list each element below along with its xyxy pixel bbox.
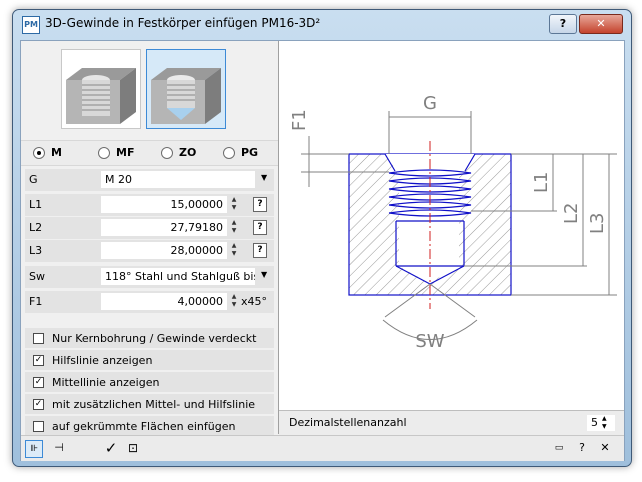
f1-suffix: x45°	[241, 295, 268, 308]
checkbox-label: mit zusätzlichen Mittel- und Hilfslinie	[52, 398, 256, 411]
decimal-label: Dezimalstellenanzahl	[289, 416, 407, 429]
checkbox-extra-lines[interactable]: ✓ mit zusätzlichen Mittel- und Hilfslini…	[25, 394, 274, 414]
thread-type-group: M MF ZO PG	[21, 140, 278, 166]
checkbox-indicator	[33, 421, 44, 432]
l3-label: L3	[29, 244, 43, 257]
radio-label: PG	[241, 146, 259, 159]
row-sw: Sw 118° Stahl und Stahlguß bis 7 ▼	[25, 266, 274, 288]
radio-mf[interactable]: MF	[98, 146, 134, 159]
thread-technical-drawing: G F1 L1 L2 L3 SW	[289, 93, 617, 352]
decimal-value: 5	[591, 416, 598, 429]
g-label: G	[29, 173, 38, 186]
l1-help-button[interactable]: ?	[253, 197, 267, 212]
row-g: G M 20 ▼	[25, 169, 274, 191]
f1-spinner-icon[interactable]: ▲ ▼	[228, 293, 240, 309]
radio-m[interactable]: M	[33, 146, 62, 159]
settings-panel: M MF ZO PG G M 20 ▼ L1 15,00000 ▲▼ ? L2	[21, 41, 279, 436]
l2-help-button[interactable]: ?	[253, 220, 267, 235]
checkbox-curved-surfaces[interactable]: auf gekrümmte Flächen einfügen	[25, 416, 274, 436]
l2-value: 27,79180	[170, 221, 224, 234]
l3-input[interactable]: 28,00000	[101, 242, 227, 259]
l2-dim-label: L2	[561, 203, 582, 224]
bottom-toolbar: ⊪ ⊣ ✓ ⊡ ▭ ? ✕	[21, 435, 624, 461]
l2-label: L2	[29, 221, 43, 234]
g-select[interactable]: M 20	[101, 171, 255, 188]
checkbox-label: Hilfslinie anzeigen	[52, 354, 153, 367]
radio-indicator	[98, 146, 110, 159]
checkbox-indicator	[33, 333, 44, 344]
checkbox-core-hole[interactable]: Nur Kernbohrung / Gewinde verdeckt	[25, 328, 274, 348]
g-dim-label: G	[423, 93, 437, 114]
row-l1: L1 15,00000 ▲ ▼ ?	[25, 194, 274, 216]
check-icon: ✓	[33, 399, 44, 410]
window-title: 3D-Gewinde in Festkörper einfügen PM16-3…	[45, 16, 321, 30]
l3-dim-label: L3	[587, 213, 608, 234]
radio-indicator	[223, 146, 235, 159]
radio-label: ZO	[179, 146, 197, 159]
pin-icon[interactable]: ⊣	[51, 440, 67, 456]
sw-label: Sw	[29, 270, 45, 283]
checkbox-helper-line[interactable]: ✓ Hilfslinie anzeigen	[25, 350, 274, 370]
checkbox-center-line[interactable]: ✓ Mittellinie anzeigen	[25, 372, 274, 392]
sw-dropdown-icon[interactable]: ▼	[261, 270, 267, 279]
radio-label: MF	[116, 146, 135, 159]
g-dropdown-icon[interactable]: ▼	[261, 173, 267, 182]
help-button[interactable]: ?	[549, 14, 577, 34]
decimal-bar: Dezimalstellenanzahl 5 ▲ ▼	[279, 410, 624, 435]
radio-indicator	[161, 146, 173, 159]
check-icon: ✓	[33, 377, 44, 388]
row-l3: L3 28,00000 ▲ ▼ ?	[25, 240, 274, 262]
l3-help-button[interactable]: ?	[253, 243, 267, 258]
l2-spinner-icon[interactable]: ▲ ▼	[228, 219, 240, 235]
thread-blind-hole-option[interactable]	[61, 49, 141, 129]
close-button[interactable]: ✕	[579, 14, 623, 34]
dialog-window: PM 3D-Gewinde in Festkörper einfügen PM1…	[12, 9, 632, 467]
l1-spinner-icon[interactable]: ▲ ▼	[228, 196, 240, 212]
app-icon: PM	[22, 16, 40, 34]
l1-dim-label: L1	[531, 172, 552, 193]
l3-value: 28,00000	[170, 244, 224, 257]
minimize-icon[interactable]: ▭	[551, 440, 567, 456]
drilled-thread-thumbnail	[151, 68, 221, 124]
radio-label: M	[51, 146, 62, 159]
row-l2: L2 27,79180 ▲ ▼ ?	[25, 217, 274, 239]
preview-panel: G F1 L1 L2 L3 SW	[279, 41, 624, 434]
radio-zo[interactable]: ZO	[161, 146, 196, 159]
l2-input[interactable]: 27,79180	[101, 219, 227, 236]
f1-label: F1	[29, 295, 43, 308]
checkbox-label: auf gekrümmte Flächen einfügen	[52, 420, 236, 433]
confirm-check-icon[interactable]: ✓	[103, 440, 119, 456]
g-value: M 20	[105, 173, 132, 186]
f1-value: 4,00000	[177, 295, 224, 308]
blind-thread-thumbnail	[66, 68, 136, 124]
sw-dim-label: SW	[415, 331, 444, 352]
decimal-input[interactable]: 5 ▲ ▼	[587, 415, 615, 431]
decimal-spinner-icon[interactable]: ▲ ▼	[602, 415, 607, 431]
f1-input[interactable]: 4,00000	[101, 293, 227, 310]
thread-drill-point-option[interactable]	[146, 49, 226, 129]
sw-material: Stahl und Stahlguß bis 7	[135, 270, 255, 283]
f1-dim-label: F1	[289, 109, 310, 131]
title-bar[interactable]: PM 3D-Gewinde in Festkörper einfügen PM1…	[13, 10, 631, 38]
help-icon[interactable]: ?	[574, 440, 590, 456]
sw-select[interactable]: 118° Stahl und Stahlguß bis 7	[101, 268, 255, 285]
radio-indicator	[33, 146, 45, 159]
l1-input[interactable]: 15,00000	[101, 196, 227, 213]
dialog-client: M MF ZO PG G M 20 ▼ L1 15,00000 ▲▼ ? L2	[20, 40, 625, 461]
row-f1: F1 4,00000 ▲ ▼ x45°	[25, 291, 274, 313]
sw-angle: 118°	[105, 270, 132, 283]
l1-label: L1	[29, 198, 43, 211]
checkbox-label: Nur Kernbohrung / Gewinde verdeckt	[52, 332, 257, 345]
close-icon[interactable]: ✕	[597, 440, 613, 456]
checkbox-label: Mittellinie anzeigen	[52, 376, 160, 389]
l1-value: 15,00000	[170, 198, 224, 211]
l3-spinner-icon[interactable]: ▲ ▼	[228, 242, 240, 258]
radio-pg[interactable]: PG	[223, 146, 258, 159]
check-icon: ✓	[33, 355, 44, 366]
insert-icon[interactable]: ⊡	[125, 440, 141, 456]
collapse-panel-icon[interactable]: ⊪	[25, 440, 43, 458]
